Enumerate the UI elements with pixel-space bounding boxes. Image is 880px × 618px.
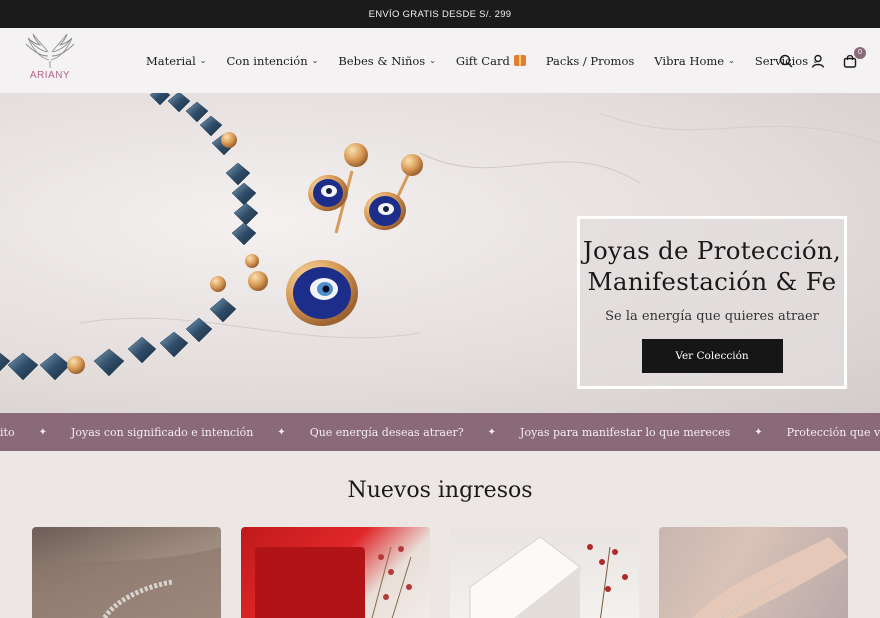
product-card[interactable] [241, 527, 430, 618]
header-icons: 0 [778, 28, 866, 93]
ticker-item: ito [0, 425, 15, 439]
cart-icon[interactable]: 0 [842, 46, 866, 69]
section-title: Nuevos ingresos [347, 478, 533, 503]
ver-coleccion-button[interactable]: Ver Colección [641, 339, 783, 373]
chevron-down-icon: ⌄ [311, 56, 319, 65]
nav-item-material[interactable]: Material ⌄ [146, 54, 206, 68]
nav-label: Vibra Home [654, 53, 725, 68]
nav-item-vibra-home[interactable]: Vibra Home ⌄ [654, 54, 735, 68]
account-icon[interactable] [810, 53, 826, 69]
product-image [32, 547, 221, 618]
ticker-item: Joyas con significado e intención [70, 425, 254, 439]
angel-wings-icon [25, 33, 75, 68]
gift-icon [513, 55, 526, 66]
product-image [469, 536, 628, 618]
ticker-item: Joyas para manifestar lo que mereces [520, 425, 731, 439]
hero-text-box: Joyas de Protección, Manifestación & Fe … [577, 216, 847, 389]
nav-label: Bebes & Niños [338, 53, 426, 68]
product-card[interactable] [32, 527, 221, 618]
sparkle-icon: ✦ [487, 426, 497, 438]
sparkle-icon: ✦ [754, 426, 763, 438]
product-card[interactable] [450, 527, 639, 618]
nav-item-con-intencion[interactable]: Con intención ⌄ [226, 54, 318, 68]
marquee-ticker: ito ✦ Joyas con significado e intención … [0, 413, 880, 451]
logo-text: ARIANY [29, 70, 71, 81]
hero-title: Joyas de Protección, Manifestación & Fe [580, 235, 844, 297]
hero-title-line2: Manifestación & Fe [587, 267, 837, 296]
hero-title-line1: Joyas de Protección, [582, 236, 842, 265]
nav-label: Material [146, 53, 196, 68]
site-header: ARIANY Material ⌄ Con intención ⌄ Bebes … [0, 28, 880, 93]
ticker-item: Que energía deseas atraer? [309, 425, 464, 439]
ticker-item: Protección que vibra bonito [786, 425, 880, 439]
product-image [255, 546, 412, 618]
nav-item-gift-card[interactable]: Gift Card [456, 54, 526, 68]
product-image [692, 537, 848, 618]
cart-count-badge: 0 [854, 46, 866, 59]
hero-subtitle: Se la energía que quieres atraer [605, 309, 819, 324]
product-card[interactable] [659, 527, 848, 618]
search-icon[interactable] [778, 53, 794, 69]
announcement-text: ENVÍO GRATIS DESDE S/. 299 [368, 8, 512, 20]
hero-banner: Joyas de Protección, Manifestación & Fe … [0, 93, 880, 413]
logo[interactable]: ARIANY [20, 32, 80, 88]
main-nav: Material ⌄ Con intención ⌄ Bebes & Niños… [146, 28, 839, 93]
sparkle-icon: ✦ [38, 426, 47, 438]
chevron-down-icon: ⌄ [728, 56, 735, 65]
chevron-down-icon: ⌄ [429, 56, 436, 65]
sparkle-icon: ✦ [277, 426, 286, 438]
nav-item-bebes-ninos[interactable]: Bebes & Niños ⌄ [338, 54, 436, 68]
chevron-down-icon: ⌄ [199, 56, 207, 65]
announcement-bar: ENVÍO GRATIS DESDE S/. 299 [0, 0, 880, 28]
nav-item-packs-promos[interactable]: Packs / Promos [546, 54, 634, 68]
nav-label: Con intención [226, 53, 308, 68]
nav-label: Gift Card [455, 53, 510, 68]
nav-label: Packs / Promos [545, 53, 635, 68]
